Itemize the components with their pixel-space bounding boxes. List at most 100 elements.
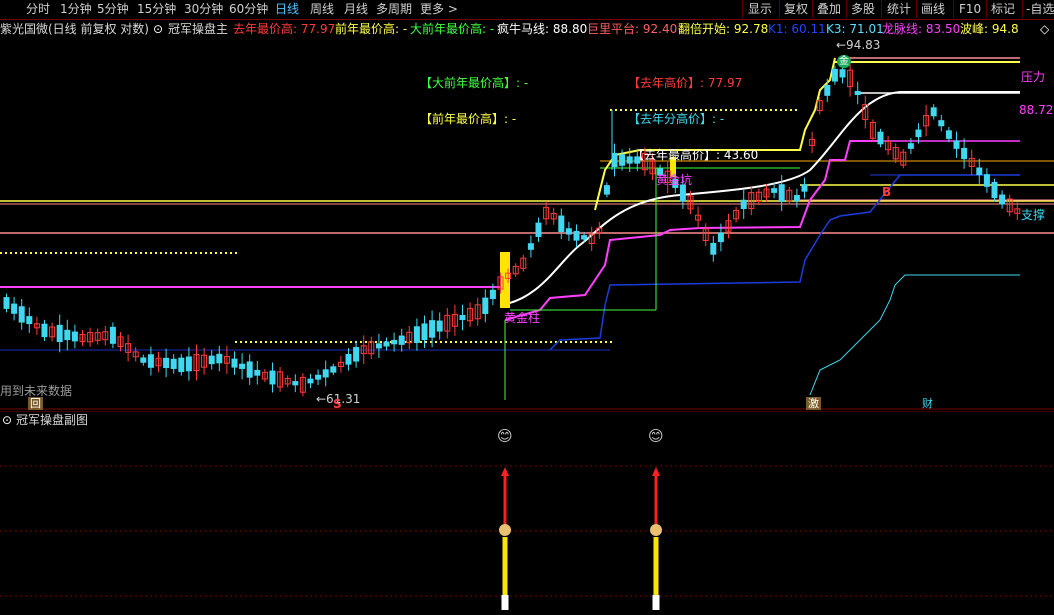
label-high-price: ←94.83 — [836, 38, 881, 52]
candle-body — [907, 143, 914, 149]
candle-body — [208, 355, 215, 365]
signal-arrow-icon — [652, 467, 660, 476]
mark-b: B — [882, 185, 892, 199]
label-support: 支撑 — [1021, 208, 1046, 222]
candle-body — [330, 366, 337, 373]
tab-1min[interactable]: 1分钟 — [60, 1, 92, 17]
info-prev-year-high: 前年最价高: - — [335, 22, 408, 36]
candle-body — [938, 120, 945, 127]
main-chart-panel[interactable]: 紫光国微(日线 前复权 对数) ⊙ 冠军操盘主 去年最价高: 77.97 前年最… — [0, 20, 1054, 411]
label-big-prev-year-high: 【大前年最价高】: - — [420, 76, 529, 90]
mark-ji: 激 — [806, 397, 821, 410]
tab-monthly[interactable]: 月线 — [344, 1, 368, 17]
candle-body — [140, 357, 147, 363]
stats-button[interactable]: 统计 — [887, 1, 911, 17]
candle-body — [565, 228, 572, 235]
tab-daily[interactable]: 日线 — [275, 1, 299, 17]
label-pressure: 压力 — [1021, 70, 1046, 84]
candle-body — [839, 69, 846, 78]
mark-button[interactable]: 标记 — [991, 1, 1015, 17]
label-golden-pit: 黄金坑 — [656, 173, 693, 187]
candle-body — [824, 84, 831, 96]
candle-body — [26, 316, 33, 325]
info-k3: K3: 71.01 — [826, 22, 884, 36]
candle-body — [239, 363, 246, 369]
tab-15min[interactable]: 15分钟 — [137, 1, 176, 17]
info-k1: K1: 60.11 — [768, 22, 826, 36]
display-button[interactable]: 显示 — [748, 1, 772, 17]
candle-body — [771, 188, 778, 193]
tab-multi-period[interactable]: 多周期 — [376, 1, 412, 17]
collapse-icon[interactable]: ⊙ — [153, 21, 163, 37]
candle-body — [231, 358, 238, 368]
candle-body — [459, 314, 466, 321]
candle-body — [254, 369, 261, 376]
candle-body — [581, 235, 588, 240]
candle-body — [383, 341, 390, 347]
candle-body — [573, 230, 580, 241]
money-bag-icon — [499, 524, 511, 536]
tab-60min[interactable]: 60分钟 — [229, 1, 268, 17]
candle-body — [178, 357, 185, 373]
candle-body — [307, 378, 314, 384]
candle-body — [999, 194, 1006, 205]
candle-body — [185, 356, 192, 372]
info-platform: 巨里平台: 92.40 — [587, 22, 678, 36]
sub-chart-svg — [0, 411, 1054, 610]
draw-line-button[interactable]: 画线 — [921, 1, 945, 17]
tab-more[interactable]: 更多 > — [420, 1, 458, 17]
mark-hui: 回 — [28, 397, 43, 410]
label-last-year-high-price: 【去年最高价】: 43.60 — [632, 148, 759, 162]
watchlist-button[interactable]: -自选 — [1026, 1, 1054, 17]
multi-stock-button[interactable]: 多股 — [851, 1, 875, 17]
signal-white-bar — [652, 595, 660, 610]
candle-body — [398, 335, 405, 345]
candle-body — [611, 152, 618, 168]
candle-body — [315, 374, 322, 380]
candle-body — [801, 184, 808, 192]
candle-body — [413, 326, 420, 343]
settings-diamond-icon[interactable]: ◇ — [1040, 21, 1049, 37]
smiley-icon: 😊 — [648, 427, 664, 445]
info-big-prev-year-high: 大前年最价高: - — [410, 22, 495, 36]
mark-cai: 财 — [922, 397, 933, 410]
candle-body — [482, 297, 489, 314]
candle-body — [64, 329, 71, 341]
candle-body — [375, 343, 382, 349]
tab-5min[interactable]: 5分钟 — [97, 1, 129, 17]
candle-body — [246, 361, 253, 378]
candle-body — [740, 199, 747, 210]
smiley-icon: 😊 — [497, 427, 513, 445]
signal-arrow-icon — [501, 467, 509, 476]
candle-body — [961, 147, 968, 160]
candle-body — [269, 370, 276, 385]
adjust-button[interactable]: 复权 — [784, 1, 808, 17]
candle-body — [915, 129, 922, 138]
overlay-button[interactable]: 叠加 — [817, 1, 841, 17]
f10-button[interactable]: F10 — [959, 1, 981, 17]
candle-body — [489, 289, 496, 299]
cyan-rising-line — [809, 274, 1020, 396]
tab-30min[interactable]: 30分钟 — [184, 1, 223, 17]
period-toolbar: 分时 1分钟 5分钟 15分钟 30分钟 60分钟 日线 周线 月线 多周期 更… — [0, 0, 1054, 20]
stock-title: 紫光国微(日线 前复权 对数) — [0, 22, 149, 36]
candle-body — [71, 331, 78, 342]
candle-body — [953, 140, 960, 149]
candle-body — [603, 185, 610, 195]
candle-body — [322, 369, 329, 378]
mark-gold: 金 — [837, 55, 851, 68]
candle-body — [976, 167, 983, 176]
tab-intraday[interactable]: 分时 — [26, 1, 50, 17]
sub-chart-panel[interactable]: ⊙ 冠军操盘副图 😊 😊 — [0, 411, 1054, 615]
candle-body — [983, 174, 990, 187]
sub-collapse-icon[interactable]: ⊙ — [2, 412, 12, 428]
tab-weekly[interactable]: 周线 — [310, 1, 334, 17]
candle-body — [436, 320, 443, 332]
info-last-year-high: 去年最价高: 77.97 — [233, 22, 336, 36]
candle-body — [391, 339, 398, 345]
info-double-start: 翻倍开始: 92.78 — [678, 22, 769, 36]
indicator-name[interactable]: 冠军操盘主 — [168, 21, 228, 37]
label-price-88: 88.72 — [1019, 103, 1054, 117]
candle-body — [679, 184, 686, 202]
candle-body — [619, 154, 626, 166]
